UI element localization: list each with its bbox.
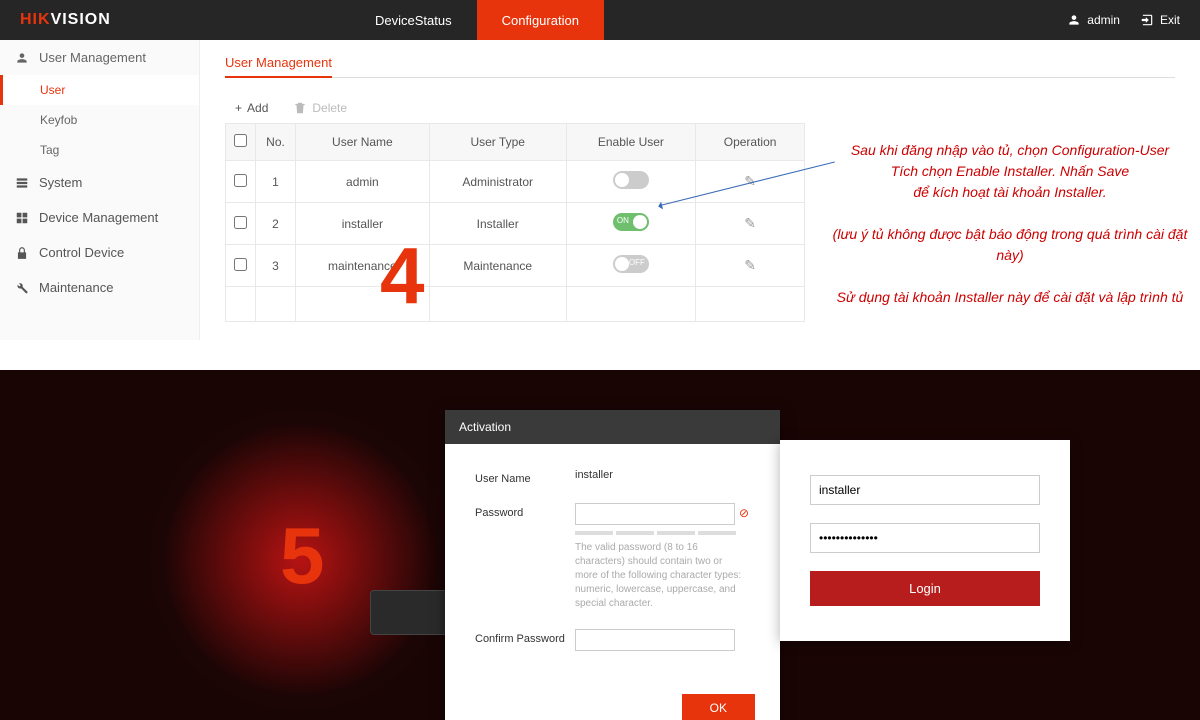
edit-icon[interactable]: ✎ — [744, 215, 756, 231]
title-underline — [225, 77, 1175, 78]
sidebar-item-system[interactable]: System — [0, 165, 199, 200]
row-checkbox[interactable] — [234, 258, 247, 271]
error-icon: ⊘ — [739, 506, 749, 520]
enable-toggle[interactable]: OFF — [613, 255, 649, 273]
annotation-line: để kích hoạt tài khoản Installer. — [830, 182, 1190, 203]
confirm-password-label: Confirm Password — [475, 629, 575, 645]
tab-device-status[interactable]: DeviceStatus — [350, 0, 477, 40]
current-user[interactable]: admin — [1067, 13, 1120, 27]
annotation-text: Sau khi đăng nhập vào tủ, chọn Configura… — [830, 140, 1190, 308]
exit-icon — [1140, 13, 1154, 27]
username-label: admin — [1087, 13, 1120, 27]
cell-usertype: Maintenance — [429, 245, 566, 287]
exit-button[interactable]: Exit — [1140, 13, 1180, 27]
add-button[interactable]: + Add — [235, 101, 268, 115]
password-hint: The valid password (8 to 16 characters) … — [575, 541, 745, 611]
nav-tabs: DeviceStatus Configuration — [350, 0, 604, 40]
device-image — [370, 590, 450, 635]
modal-title: Activation — [445, 410, 780, 444]
section-login: 5 Activation User Name installer Passwor… — [0, 370, 1200, 720]
trash-icon — [293, 101, 307, 115]
add-label: Add — [247, 101, 268, 115]
login-password-input[interactable] — [810, 523, 1040, 553]
row-checkbox[interactable] — [234, 216, 247, 229]
annotation-line: Sử dụng tài khoản Installer này để cài đ… — [830, 287, 1190, 308]
grid-icon — [15, 211, 29, 225]
annotation-line: Tích chọn Enable Installer. Nhấn Save — [830, 161, 1190, 182]
logo-vision: VISION — [51, 11, 111, 28]
cell-username: admin — [296, 161, 430, 203]
label: Maintenance — [39, 280, 113, 295]
select-all-checkbox[interactable] — [234, 134, 247, 147]
username-label: User Name — [475, 469, 575, 485]
label: System — [39, 175, 82, 190]
header-username: User Name — [296, 124, 430, 161]
edit-icon[interactable]: ✎ — [744, 257, 756, 273]
modal-body: User Name installer Password ⊘ The valid… — [445, 444, 780, 684]
sidebar-item-control-device[interactable]: Control Device — [0, 235, 199, 270]
step-number-4: 4 — [380, 230, 425, 322]
sidebar-item-tag[interactable]: Tag — [0, 135, 199, 165]
delete-label: Delete — [312, 101, 347, 115]
label: Control Device — [39, 245, 124, 260]
annotation-line: (lưu ý tủ không được bật báo động trong … — [830, 224, 1190, 266]
wrench-icon — [15, 281, 29, 295]
header-operation: Operation — [696, 124, 805, 161]
cell-usertype: Administrator — [429, 161, 566, 203]
password-strength-meter — [575, 531, 750, 535]
label: User Management — [39, 50, 146, 65]
ok-button[interactable]: OK — [682, 694, 755, 720]
header-no: No. — [256, 124, 296, 161]
logo-hik: HIK — [20, 11, 51, 28]
step-number-5: 5 — [280, 510, 325, 602]
username-value: installer — [575, 469, 750, 481]
login-username-input[interactable] — [810, 475, 1040, 505]
cell-no: 3 — [256, 245, 296, 287]
activation-modal: Activation User Name installer Password … — [445, 410, 780, 720]
annotation-line: Sau khi đăng nhập vào tủ, chọn Configura… — [830, 140, 1190, 161]
sidebar-item-user-management[interactable]: User Management — [0, 40, 199, 75]
control-icon — [15, 246, 29, 260]
sidebar-item-device-management[interactable]: Device Management — [0, 200, 199, 235]
confirm-password-input[interactable] — [575, 629, 735, 651]
delete-button[interactable]: Delete — [293, 101, 347, 115]
login-button[interactable]: Login — [810, 571, 1040, 606]
header-enable: Enable User — [566, 124, 696, 161]
header-usertype: User Type — [429, 124, 566, 161]
system-icon — [15, 176, 29, 190]
enable-toggle[interactable]: ON — [613, 213, 649, 231]
user-table: No. User Name User Type Enable User Oper… — [225, 123, 805, 322]
login-panel: Login — [780, 440, 1070, 641]
user-icon — [15, 51, 29, 65]
sidebar-item-keyfob[interactable]: Keyfob — [0, 105, 199, 135]
header-checkbox[interactable] — [226, 124, 256, 161]
main-area: User Management User Keyfob Tag System D… — [0, 40, 1200, 340]
header-right: admin Exit — [1067, 13, 1200, 27]
sidebar: User Management User Keyfob Tag System D… — [0, 40, 200, 340]
exit-label: Exit — [1160, 13, 1180, 27]
row-checkbox[interactable] — [234, 174, 247, 187]
enable-toggle[interactable] — [613, 171, 649, 189]
table-row: 3 maintenance Maintenance OFF ✎ — [226, 245, 805, 287]
sidebar-item-maintenance[interactable]: Maintenance — [0, 270, 199, 305]
password-label: Password — [475, 503, 575, 519]
sidebar-item-user[interactable]: User — [0, 75, 199, 105]
table-row: 1 admin Administrator ✎ — [226, 161, 805, 203]
table-row: 2 installer Installer ON ✎ — [226, 203, 805, 245]
user-icon — [1067, 13, 1081, 27]
logo: HIKVISION — [0, 11, 200, 29]
toolbar: + Add Delete — [225, 93, 1175, 123]
top-header: HIKVISION DeviceStatus Configuration adm… — [0, 0, 1200, 40]
plus-icon: + — [235, 101, 242, 115]
cell-no: 1 — [256, 161, 296, 203]
cell-no: 2 — [256, 203, 296, 245]
cell-usertype: Installer — [429, 203, 566, 245]
password-input[interactable] — [575, 503, 735, 525]
table-row-empty — [226, 287, 805, 322]
page-title: User Management — [225, 55, 332, 78]
label: Device Management — [39, 210, 158, 225]
tab-configuration[interactable]: Configuration — [477, 0, 604, 40]
